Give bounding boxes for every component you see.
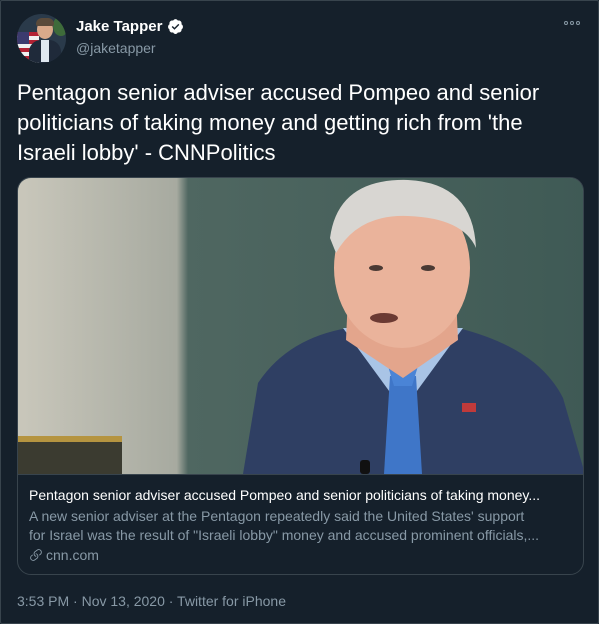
tweet-text: Pentagon senior adviser accused Pompeo a… (17, 80, 540, 165)
verified-badge-icon (168, 19, 184, 34)
link-card[interactable]: Pentagon senior adviser accused Pompeo a… (17, 177, 584, 575)
author-name[interactable]: Jake Tapper (76, 18, 162, 35)
card-domain[interactable]: cnn.com (29, 547, 99, 563)
card-description-line2: for Israel was the result of "Israeli lo… (29, 527, 540, 543)
author-name-row[interactable]: Jake Tapper (76, 18, 184, 35)
author-handle[interactable]: @jaketapper (76, 40, 156, 56)
link-icon (30, 549, 42, 561)
card-description-line1: A new senior adviser at the Pentagon rep… (29, 508, 525, 524)
card-title[interactable]: Pentagon senior adviser accused Pompeo a… (29, 486, 574, 505)
card-image[interactable] (18, 178, 583, 474)
card-domain-text[interactable]: cnn.com (46, 547, 99, 563)
tweet-timestamp[interactable]: 3:53 PM · Nov 13, 2020 · Twitter for iPh… (17, 593, 286, 609)
card-description: A new senior adviser at the Pentagon rep… (29, 507, 574, 545)
card-photo (18, 178, 583, 474)
tweet-container: Jake Tapper @jaketapper Pentagon senior … (0, 0, 599, 624)
card-info[interactable]: Pentagon senior adviser accused Pompeo a… (18, 474, 583, 574)
avatar[interactable] (17, 14, 66, 63)
more-icon[interactable] (564, 19, 582, 27)
